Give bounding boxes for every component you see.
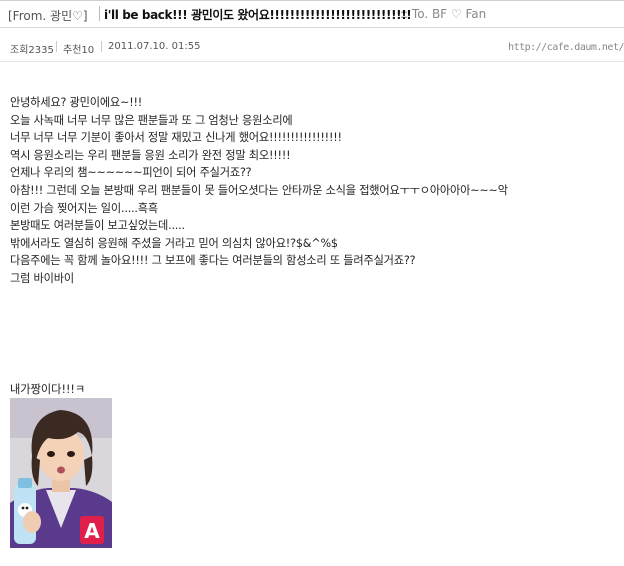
svg-text:A: A [84,519,100,543]
title-divider [99,6,100,21]
body-line: 너무 너무 너무 기분이 좋아서 정말 재밌고 신나게 했어요!!!!!!!!!… [10,131,342,145]
body-line: 안녕하세요? 광민이에요~!!! [10,96,143,109]
views-value: 2335 [28,45,54,56]
views-count: 조회2335 [10,41,54,56]
body-line: 아참!!! 그런데 오늘 본방때 우리 팬분들이 못 들어오셧다는 안타까운 소… [10,183,508,197]
recommend-count: 추천10 [63,41,94,56]
body-line: 역시 응원소리는 우리 팬분들 응원 소리가 완전 정말 최오!!!!! [10,148,291,162]
meta-divider [101,41,102,52]
body-line: 밖에서라도 열심히 응원해 주셨을 거라고 믿어 의심치 않아요!?$&^%$ [10,236,338,250]
person-photo-icon: A [10,398,112,548]
body-line: 본방때도 여러분들이 보고싶었는데..... [10,219,185,233]
post-title: i'll be back!!! 광민이도 왔어요!!!!!!!!!!!!!!!!… [104,8,412,22]
post-datetime: 2011.07.10. 01:55 [108,41,201,52]
post-recipient: :: To. BF ♡ Fan [400,7,487,21]
recommend-label: 추천 [63,45,82,56]
post-meta: 조회2335 추천10 2011.07.10. 01:55 http://caf… [0,28,624,62]
body-line: 이런 가슴 찢어지는 일이.....흑흑 [10,201,158,215]
person-photo: A [10,398,112,548]
body-line: 다음주에는 꼭 함께 놀아요!!!! 그 보프에 좋다는 여러분들의 함성소리 … [10,254,416,268]
title-bar: [From. 광민♡] i'll be back!!! 광민이도 왔어요!!!!… [0,0,624,28]
post-signoff: 내가짱이다!!!ㅋ [10,383,86,396]
board-name[interactable]: [From. 광민♡] [8,7,88,24]
post-body: 안녕하세요? 광민이에요~!!! 오늘 사녹때 너무 너무 많은 팬분들과 또 … [10,94,622,288]
body-line: 오늘 사녹때 너무 너무 많은 팬분들과 또 그 엄청난 응원소리에 [10,113,293,127]
views-label: 조회 [10,45,29,56]
body-line: 그럼 바이바이 [10,271,74,285]
meta-divider [56,41,57,52]
post-url[interactable]: http://cafe.daum.net/ [508,42,624,53]
body-line: 언제나 우리의 챔~~~~~~피언이 되어 주실거죠?? [10,166,252,180]
recommend-value: 10 [81,45,95,56]
